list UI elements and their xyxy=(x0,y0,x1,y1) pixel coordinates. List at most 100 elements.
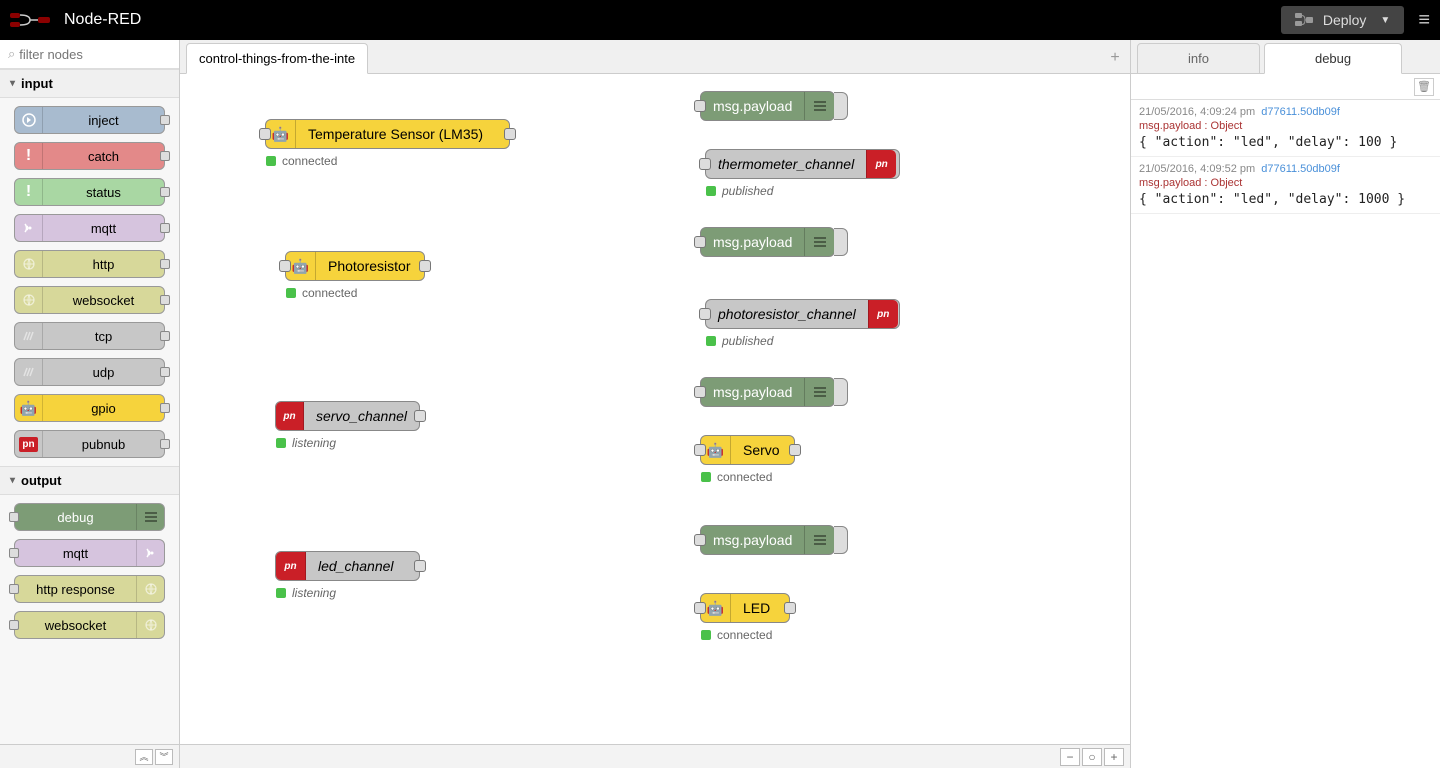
output-port[interactable] xyxy=(160,115,170,125)
palette-node-catch[interactable]: !catch xyxy=(14,142,165,170)
tab-debug[interactable]: debug xyxy=(1264,43,1402,74)
palette-category-output[interactable]: ▾output xyxy=(0,466,179,495)
node-pubnub-photoresistor[interactable]: photoresistor_channel pn published xyxy=(705,299,900,329)
app-header: Node-RED Deploy ▼ ≡ xyxy=(0,0,1440,40)
msg-node-id[interactable]: d77611.50db09f xyxy=(1261,163,1340,175)
node-debug[interactable]: msg.payload xyxy=(700,91,835,121)
node-status: published xyxy=(706,184,773,198)
palette-node-tcp[interactable]: tcp xyxy=(14,322,165,350)
node-label: servo_channel xyxy=(304,408,419,424)
input-port[interactable] xyxy=(9,620,19,630)
input-port[interactable] xyxy=(694,236,706,248)
tab-info[interactable]: info xyxy=(1137,43,1260,74)
node-label: msg.payload xyxy=(701,234,804,250)
add-tab-button[interactable]: + xyxy=(1100,43,1130,73)
pubnub-icon: pn xyxy=(276,552,306,580)
output-port[interactable] xyxy=(784,602,796,614)
node-servo[interactable]: 🤖 Servo connected xyxy=(700,435,795,465)
node-photoresistor[interactable]: 🤖 Photoresistor connected xyxy=(285,251,425,281)
debug-toggle[interactable] xyxy=(834,92,848,120)
node-status: connected xyxy=(701,470,772,484)
node-temperature-sensor[interactable]: 🤖 Temperature Sensor (LM35) connected xyxy=(265,119,510,149)
node-debug[interactable]: msg.payload xyxy=(700,525,835,555)
input-port[interactable] xyxy=(699,158,711,170)
input-port[interactable] xyxy=(9,584,19,594)
input-port[interactable] xyxy=(694,386,706,398)
node-label: websocket xyxy=(43,293,164,308)
output-port[interactable] xyxy=(160,295,170,305)
node-pubnub-thermometer[interactable]: thermometer_channel pn published xyxy=(705,149,900,179)
menu-icon[interactable]: ≡ xyxy=(1418,9,1430,32)
palette-node-websocket[interactable]: websocket xyxy=(14,286,165,314)
clear-debug-button[interactable]: 🗑 xyxy=(1414,78,1434,96)
collapse-all-button[interactable]: ︽ xyxy=(135,749,153,765)
output-port[interactable] xyxy=(160,439,170,449)
flow-canvas[interactable]: 🤖 Temperature Sensor (LM35) connected ms… xyxy=(180,74,1130,744)
expand-all-button[interactable]: ︾ xyxy=(155,749,173,765)
globe-icon xyxy=(136,612,164,638)
node-pubnub-servo-channel[interactable]: pn servo_channel listening xyxy=(275,401,420,431)
caret-down-icon: ▼ xyxy=(1380,15,1390,26)
debug-toggle[interactable] xyxy=(834,378,848,406)
zoom-reset-button[interactable]: ○ xyxy=(1082,748,1102,766)
node-label: Temperature Sensor (LM35) xyxy=(296,126,495,142)
palette-node-debug[interactable]: debug xyxy=(14,503,165,531)
input-port[interactable] xyxy=(694,534,706,546)
output-port[interactable] xyxy=(419,260,431,272)
globe-icon xyxy=(136,576,164,602)
node-label: http xyxy=(43,257,164,272)
palette-node-udp[interactable]: udp xyxy=(14,358,165,386)
output-port[interactable] xyxy=(160,187,170,197)
palette-node-mqtt[interactable]: mqtt xyxy=(14,539,165,567)
zoom-out-button[interactable]: − xyxy=(1060,748,1080,766)
palette-node-pubnub[interactable]: pnpubnub xyxy=(14,430,165,458)
zoom-in-button[interactable]: + xyxy=(1104,748,1124,766)
node-debug[interactable]: msg.payload xyxy=(700,227,835,257)
palette-node-websocket[interactable]: websocket xyxy=(14,611,165,639)
input-port[interactable] xyxy=(259,128,271,140)
input-port[interactable] xyxy=(9,512,19,522)
palette-node-inject[interactable]: inject xyxy=(14,106,165,134)
output-port[interactable] xyxy=(160,151,170,161)
palette-category-input[interactable]: ▾input xyxy=(0,69,179,98)
node-label: debug xyxy=(15,510,136,525)
node-label: tcp xyxy=(43,329,164,344)
robot-icon: 🤖 xyxy=(15,395,43,421)
output-port[interactable] xyxy=(160,223,170,233)
node-pubnub-led-channel[interactable]: pn led_channel listening xyxy=(275,551,420,581)
pubnub-icon: pn xyxy=(866,150,896,178)
palette-node-http[interactable]: http xyxy=(14,250,165,278)
output-port[interactable] xyxy=(160,259,170,269)
node-debug[interactable]: msg.payload xyxy=(700,377,835,407)
output-port[interactable] xyxy=(160,331,170,341)
debug-toggle[interactable] xyxy=(834,228,848,256)
input-port[interactable] xyxy=(279,260,291,272)
msg-payload: { "action": "led", "delay": 100 } xyxy=(1139,135,1432,150)
palette-node-gpio[interactable]: 🤖gpio xyxy=(14,394,165,422)
input-port[interactable] xyxy=(694,444,706,456)
input-port[interactable] xyxy=(699,308,711,320)
output-port[interactable] xyxy=(414,560,426,572)
debug-toggle[interactable] xyxy=(834,526,848,554)
pubnub-icon: pn xyxy=(868,300,898,328)
debug-icon xyxy=(804,228,834,256)
msg-node-id[interactable]: d77611.50db09f xyxy=(1261,106,1340,118)
palette-node-mqtt[interactable]: mqtt xyxy=(14,214,165,242)
node-label: status xyxy=(43,185,164,200)
output-port[interactable] xyxy=(504,128,516,140)
node-label: mqtt xyxy=(15,546,136,561)
input-port[interactable] xyxy=(694,602,706,614)
palette-node-status[interactable]: !status xyxy=(14,178,165,206)
output-port[interactable] xyxy=(414,410,426,422)
flow-tab[interactable]: control-things-from-the-inte xyxy=(186,43,368,74)
output-port[interactable] xyxy=(160,403,170,413)
palette-node-http-response[interactable]: http response xyxy=(14,575,165,603)
deploy-button[interactable]: Deploy ▼ xyxy=(1281,6,1405,34)
output-port[interactable] xyxy=(160,367,170,377)
output-port[interactable] xyxy=(789,444,801,456)
node-led[interactable]: 🤖 LED connected xyxy=(700,593,790,623)
node-label: mqtt xyxy=(43,221,164,236)
filter-input[interactable] xyxy=(19,47,171,62)
input-port[interactable] xyxy=(694,100,706,112)
input-port[interactable] xyxy=(9,548,19,558)
